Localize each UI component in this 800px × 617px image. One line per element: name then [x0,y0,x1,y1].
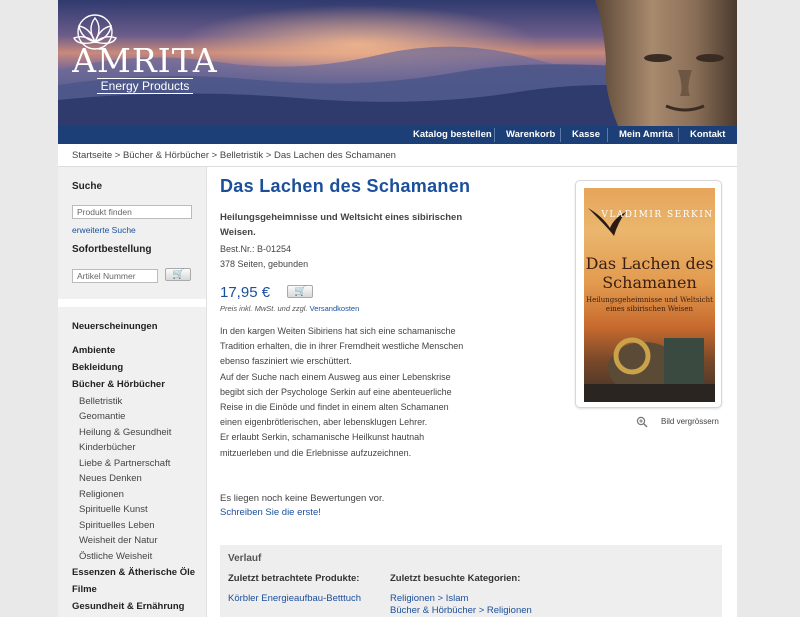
sidebar-subitem[interactable]: Weisheit der Natur [79,535,158,546]
sidebar-subitem[interactable]: Kinderbücher [79,442,136,453]
cart-icon: 🛒 [294,286,307,297]
recent-product-link[interactable]: Körbler Energieaufbau-Betttuch [228,593,361,604]
book-cover-image[interactable]: VLADIMIR SERKIN Das Lachen des Schamanen… [584,188,715,402]
description-paragraph: Er erlaubt Serkin, schamanische Heilkuns… [220,432,425,458]
product-subtitle: Heilungsgeheimnisse und Weltsicht eines … [220,212,463,238]
cover-author: VLADIMIR SERKIN [601,210,714,220]
header-banner: AMRITA Energy Products [58,0,737,126]
amrita-logo[interactable]: AMRITA Energy Products [70,12,220,94]
sidebar-gap [58,299,206,307]
description-paragraph: In den kargen Weiten Sibiriens hat sich … [220,326,464,367]
sidebar-subitem[interactable]: Östliche Weisheit [79,551,152,562]
lotus-icon [73,14,117,50]
page: AMRITA Energy Products Katalog bestellen… [58,0,737,617]
breadcrumb[interactable]: Startseite > Bücher & Hörbücher > Bellet… [72,150,396,161]
sidebar-item-bekleidung[interactable]: Bekleidung [72,362,123,373]
cover-subtitle: Heilungsgeheimnisse und Weltsicht eines … [586,296,713,313]
order-number: Best.Nr.: B-01254 [220,244,292,254]
enlarge-image-link[interactable]: Bild vergrössern [661,417,719,426]
nav-divider [678,128,679,142]
sidebar-item-buecher[interactable]: Bücher & Hörbücher [72,379,165,390]
sidebar-subitem[interactable]: Heilung & Gesundheit [79,427,171,438]
recent-products-heading: Zuletzt betrachtete Produkte: [228,573,360,584]
reviews-section: Es liegen noch keine Bewertungen vor. Sc… [220,492,384,520]
sidebar-subitem[interactable]: Liebe & Partnerschaft [79,458,170,469]
nav-warenkorb[interactable]: Warenkorb [506,129,555,140]
sidebar-subitem[interactable]: Neues Denken [79,473,142,484]
recent-category-link[interactable]: Religionen > Islam [390,593,468,604]
top-navigation: Katalog bestellen Warenkorb Kasse Mein A… [58,126,737,144]
add-to-cart-button[interactable]: 🛒 [287,285,313,298]
nav-kontakt[interactable]: Kontakt [690,129,725,140]
recent-categories-heading: Zuletzt besuchte Kategorien: [390,573,521,584]
nav-mein-amrita[interactable]: Mein Amrita [619,129,673,140]
sidebar-subitem[interactable]: Religionen [79,489,124,500]
nav-divider [607,128,608,142]
cover-title: Das Lachen des Schamanen [585,254,714,292]
product-price: 17,95 € [220,284,271,301]
sidebar-divider [206,167,207,617]
nav-katalog-bestellen[interactable]: Katalog bestellen [413,129,492,140]
product-image-frame[interactable]: VLADIMIR SERKIN Das Lachen des Schamanen… [575,180,722,408]
quickorder-cart-button[interactable]: 🛒 [165,268,191,281]
recent-category-link[interactable]: Bücher & Hörbücher > Religionen [390,605,532,616]
sidebar-item-essenzen[interactable]: Essenzen & Ätherische Öle [72,567,195,578]
product-title: Das Lachen des Schamanen [220,176,471,196]
article-number-input[interactable]: Artikel Nummer [72,269,158,283]
nav-divider [560,128,561,142]
product-description: In den kargen Weiten Sibiriens hat sich … [220,324,465,461]
logo-tagline: Energy Products [96,78,194,94]
cart-icon: 🛒 [172,269,185,280]
description-paragraph: Auf der Suche nach einem Ausweg aus eine… [220,371,452,428]
sidebar-subitem[interactable]: Geomantie [79,411,125,422]
shipping-costs-link[interactable]: Versandkosten [310,304,360,313]
quickorder-heading: Sofortbestellung [72,244,152,255]
sidebar-item-filme[interactable]: Filme [72,584,97,595]
sidebar-item-neuerscheinungen[interactable]: Neuerscheinungen [72,321,158,332]
nav-kasse[interactable]: Kasse [572,129,600,140]
search-heading: Suche [72,181,103,192]
search-input[interactable]: Produkt finden [72,205,192,219]
nav-divider [494,128,495,142]
sidebar-subitem[interactable]: Spirituelles Leben [79,520,155,531]
sidebar-subitem[interactable]: Spirituelle Kunst [79,504,148,515]
cover-artwork [584,208,715,402]
price-note: Preis inkl. MwSt. und zzgl. [220,304,308,313]
sidebar-item-ambiente[interactable]: Ambiente [72,345,115,356]
product-format: 378 Seiten, gebunden [220,259,309,269]
zoom-in-icon[interactable] [636,416,648,428]
no-reviews-text: Es liegen noch keine Bewertungen vor. [220,493,385,504]
price-info: Preis inkl. MwSt. und zzgl. Versandkoste… [220,304,359,313]
history-box: Verlauf Zuletzt betrachtete Produkte: Kö… [220,545,722,617]
sidebar: Suche Produkt finden erweiterte Suche So… [58,167,206,617]
sidebar-item-gesundheit[interactable]: Gesundheit & Ernährung [72,601,184,612]
sidebar-subitem[interactable]: Belletristik [79,396,122,407]
write-review-link[interactable]: Schreiben Sie die erste! [220,507,321,518]
advanced-search-link[interactable]: erweiterte Suche [72,225,136,235]
history-heading: Verlauf [228,553,262,564]
